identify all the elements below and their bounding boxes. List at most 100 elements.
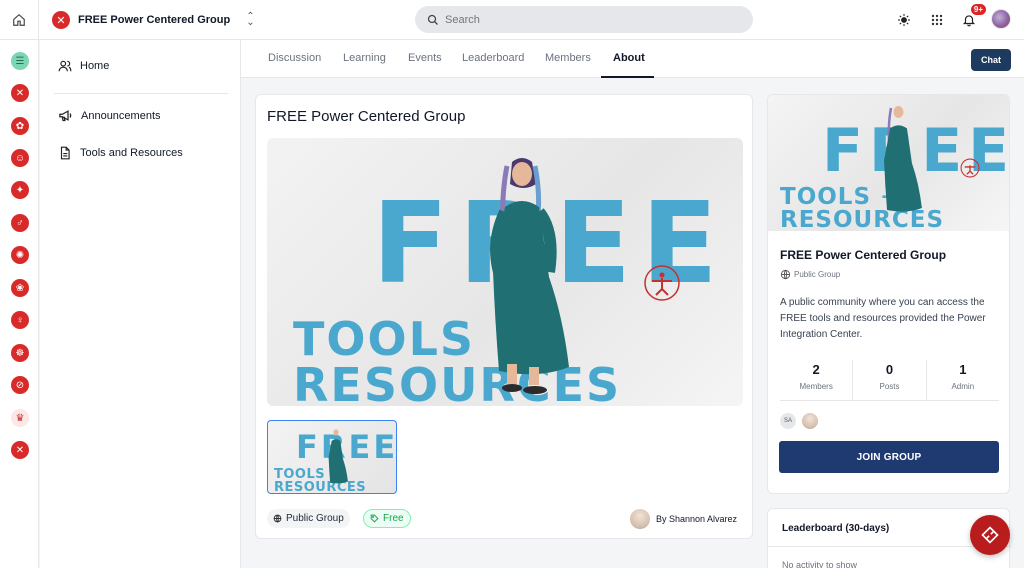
author-avatar — [629, 509, 650, 529]
tab-leaderboard[interactable]: Leaderboard — [462, 52, 524, 64]
grid-icon — [931, 14, 943, 26]
sun-icon — [898, 14, 910, 26]
free-label: Free — [383, 513, 404, 524]
rail-group-12[interactable]: ♛ — [11, 409, 29, 427]
group-icon: ☺ — [14, 152, 26, 164]
notifications-button[interactable]: 9+ — [959, 4, 986, 30]
member-avatar[interactable] — [802, 413, 818, 429]
member-avatar[interactable]: SA — [780, 413, 796, 429]
group-stats: 2 Members 0 Posts 1 Admin — [780, 360, 999, 400]
stat-label: Posts — [879, 382, 900, 391]
stats-divider — [780, 400, 999, 401]
sidebar-item-label: Home — [80, 60, 110, 72]
about-card: FREE Power Centered Group FREE TOOLS + R… — [255, 94, 753, 539]
stat-value: 2 — [812, 362, 820, 377]
group-icon: ✺ — [15, 249, 25, 261]
group-title: FREE Power Centered Group — [780, 248, 947, 262]
rail-group-4[interactable]: ☺ — [11, 149, 29, 167]
rail-group-6[interactable]: ♂ — [11, 214, 29, 232]
search-input[interactable] — [445, 13, 725, 26]
sidebar-item-home[interactable]: Home — [58, 59, 109, 73]
bell-icon — [962, 15, 976, 27]
top-bar: ✕ FREE Power Centered Group ⌃⌄ 9+ — [0, 0, 1024, 40]
tab-members[interactable]: Members — [545, 52, 591, 64]
stat-posts[interactable]: 0 Posts — [853, 360, 927, 400]
group-icon: ⊘ — [15, 379, 25, 391]
rail-group-9[interactable]: ♀ — [11, 311, 29, 329]
group-info-card: FREE TOOLS + RESOURCES FREE Power Center… — [767, 94, 1010, 494]
stat-admin[interactable]: 1 Admin — [927, 360, 999, 400]
group-cover-image: FREE TOOLS + RESOURCES — [768, 95, 1009, 231]
sidebar-item-tools[interactable]: Tools and Resources — [58, 146, 183, 160]
rail-group-8[interactable]: ❀ — [11, 279, 29, 297]
group-icon: ☰ — [15, 55, 25, 67]
tag-icon — [370, 514, 379, 523]
group-icon: ♀ — [16, 314, 24, 326]
vitruvian-logo-icon — [960, 158, 980, 178]
chevron-up-down-icon: ⌃ ⌄ — [246, 11, 255, 28]
rail-group-7[interactable]: ✺ — [11, 246, 29, 264]
tab-events[interactable]: Events — [408, 52, 442, 64]
group-visibility-label: Public Group — [794, 270, 841, 279]
rail-group-10[interactable]: ☸ — [11, 344, 29, 362]
stat-label: Members — [799, 382, 833, 391]
rail-group-13[interactable]: ✕ — [11, 441, 29, 459]
document-icon — [60, 146, 70, 160]
stat-members[interactable]: 2 Members — [780, 360, 854, 400]
group-icon: ❀ — [15, 282, 25, 294]
globe-icon — [780, 269, 791, 280]
stat-value: 1 — [959, 362, 967, 377]
group-rail: ☰ ✕ ✿ ☺ ✦ ♂ ✺ ❀ ♀ ☸ ⊘ ♛ ✕ — [0, 40, 39, 568]
search-bar[interactable] — [415, 6, 753, 33]
banner-thumbnail[interactable]: FREE TOOLS + RESOURCES — [267, 420, 397, 494]
crown-icon: ♛ — [15, 412, 25, 424]
stat-label: Admin — [951, 382, 975, 391]
chat-button[interactable]: Chat — [971, 49, 1011, 71]
person-illustration — [884, 105, 922, 212]
group-icon: ♂ — [16, 217, 24, 229]
public-group-label: Public Group — [286, 513, 344, 524]
theme-toggle[interactable] — [894, 10, 914, 30]
vitruvian-logo-icon — [644, 265, 680, 301]
group-icon: ✦ — [15, 184, 25, 196]
author-info[interactable]: By Shannon Alvarez — [629, 509, 737, 529]
support-icon — [981, 526, 999, 544]
search-icon — [427, 14, 438, 25]
apps-button[interactable] — [927, 10, 947, 30]
rail-group-2[interactable]: ✕ — [11, 84, 29, 102]
tab-discussion[interactable]: Discussion — [268, 52, 321, 64]
rail-group-5[interactable]: ✦ — [11, 181, 29, 199]
user-avatar[interactable] — [991, 9, 1011, 29]
stat-value: 0 — [885, 362, 894, 377]
person-illustration — [328, 429, 348, 484]
group-icon: ✕ — [15, 87, 25, 99]
support-chat-button[interactable] — [970, 515, 1010, 555]
people-icon — [58, 60, 72, 72]
join-group-button[interactable]: JOIN GROUP — [779, 441, 999, 473]
group-switcher[interactable]: ✕ FREE Power Centered Group ⌃ ⌄ — [52, 9, 255, 31]
rail-group-1[interactable]: ☰ — [11, 52, 29, 70]
leaderboard-title: Leaderboard (30-days) — [782, 523, 890, 534]
sidebar-item-label: Tools and Resources — [80, 147, 183, 159]
public-group-chip: Public Group — [267, 509, 350, 528]
rail-group-3[interactable]: ✿ — [11, 117, 29, 135]
sidebar-divider — [54, 93, 228, 94]
group-name: FREE Power Centered Group — [78, 14, 231, 26]
leaderboard-empty: No activity to show — [782, 560, 858, 568]
group-visibility: Public Group — [780, 269, 840, 280]
sidebar-item-announcements[interactable]: Announcements — [58, 108, 161, 123]
sidebar-item-label: Announcements — [81, 109, 161, 122]
globe-icon — [273, 514, 282, 523]
notification-badge: 9+ — [970, 4, 986, 15]
tab-about[interactable]: About — [613, 52, 645, 64]
home-icon — [13, 13, 25, 26]
rail-group-11[interactable]: ⊘ — [11, 376, 29, 394]
group-logo-icon: ✕ — [52, 11, 70, 29]
home-button[interactable] — [0, 0, 39, 40]
group-tabs: Discussion Learning Events Leaderboard M… — [241, 40, 1024, 78]
author-name: By Shannon Alvarez — [655, 514, 737, 524]
tab-learning[interactable]: Learning — [343, 52, 386, 64]
group-icon: ☸ — [15, 347, 25, 359]
free-price-chip: Free — [363, 509, 411, 528]
page-title: FREE Power Centered Group — [267, 108, 466, 125]
